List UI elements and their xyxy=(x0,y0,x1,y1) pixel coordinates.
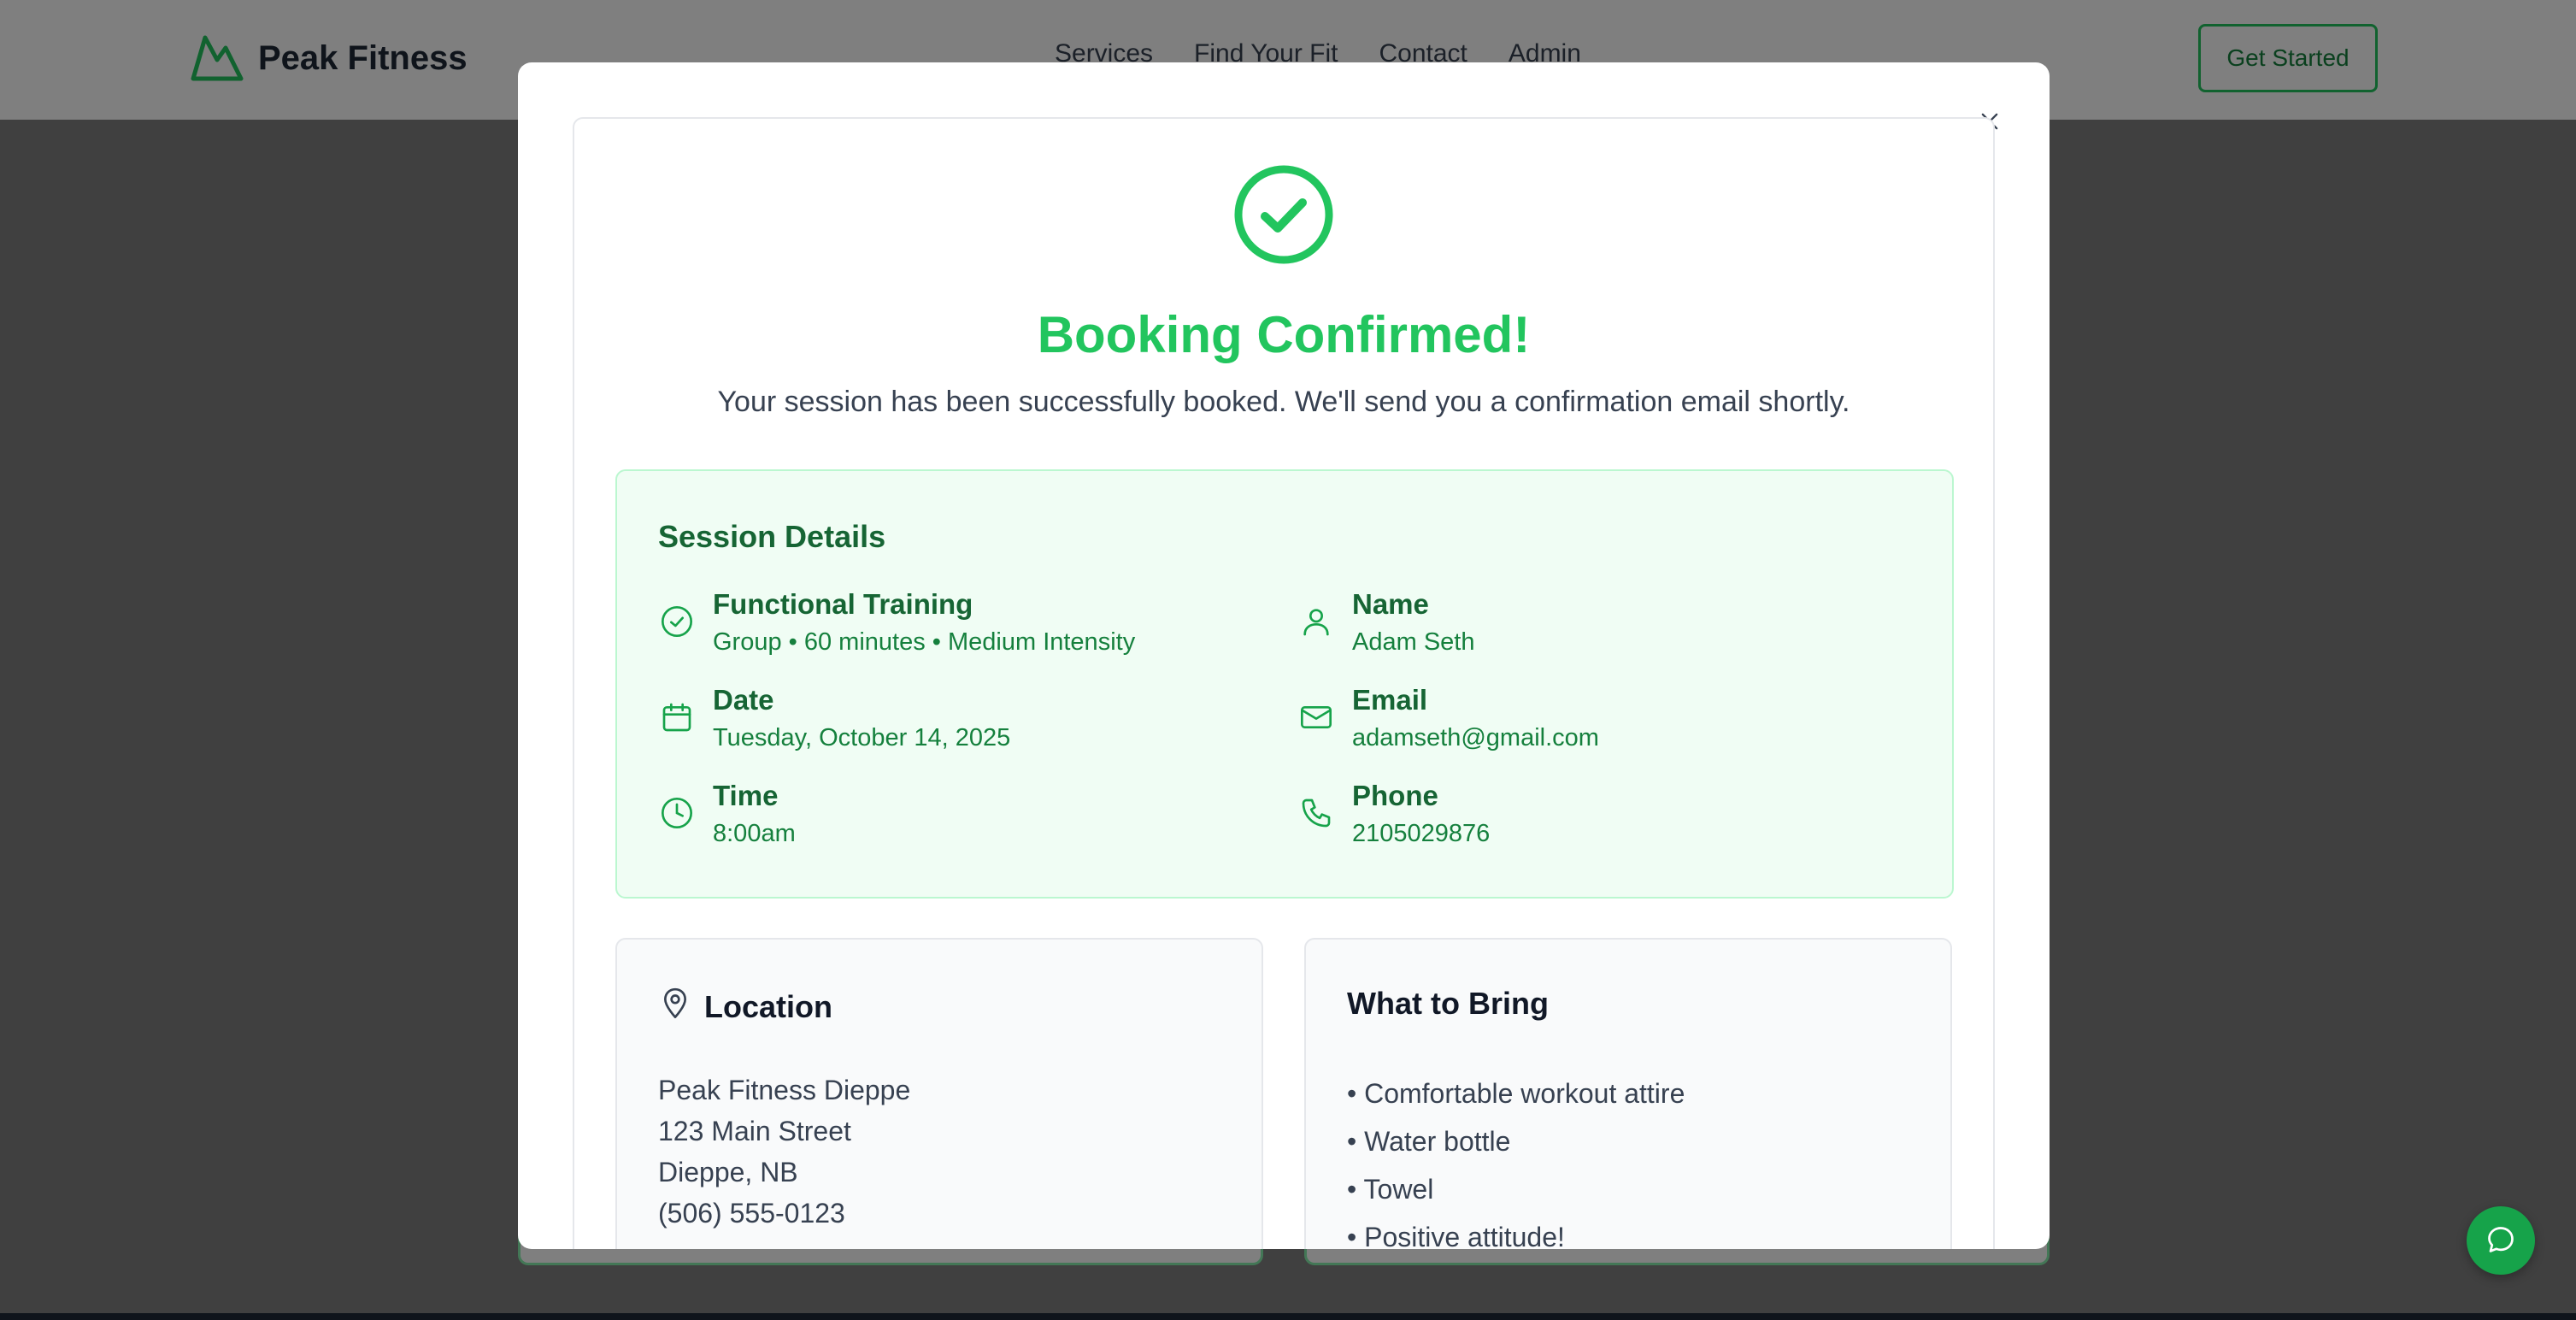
phone-label: Phone xyxy=(1352,780,1438,811)
list-item: • Water bottle xyxy=(1347,1126,1511,1157)
bring-list: • Comfortable workout attire • Water bot… xyxy=(1347,1070,1685,1249)
detail-time: Time 8:00am xyxy=(658,779,796,849)
address-phone: (506) 555-0123 xyxy=(658,1198,845,1229)
map-pin-icon xyxy=(658,986,692,1028)
location-address: Peak Fitness Dieppe 123 Main Street Diep… xyxy=(658,1070,910,1234)
location-heading-row: Location xyxy=(658,986,832,1028)
session-details: Session Details Functional Training Grou… xyxy=(615,469,1954,899)
check-circle-icon xyxy=(1232,163,1335,266)
service-label: Functional Training xyxy=(713,588,973,620)
what-to-bring-card: What to Bring • Comfortable workout atti… xyxy=(1304,938,1952,1249)
detail-phone: Phone 2105029876 xyxy=(1297,779,1490,849)
detail-email: Email adamseth@gmail.com xyxy=(1297,683,1599,753)
detail-service: Functional Training Group • 60 minutes •… xyxy=(658,587,1135,657)
confirmation-title: Booking Confirmed! xyxy=(1037,306,1531,363)
mail-icon xyxy=(1297,698,1335,736)
time-label: Time xyxy=(713,780,779,811)
service-value: Group • 60 minutes • Medium Intensity xyxy=(713,628,1136,656)
user-icon xyxy=(1297,603,1335,640)
confirmation-card: Booking Confirmed! Your session has been… xyxy=(573,117,1995,1249)
chat-button[interactable] xyxy=(2467,1206,2535,1275)
address-line: Dieppe, NB xyxy=(658,1157,798,1187)
phone-value: 2105029876 xyxy=(1352,820,1491,847)
name-value: Adam Seth xyxy=(1352,628,1475,656)
address-line: Peak Fitness Dieppe xyxy=(658,1075,911,1105)
chat-bubble-icon xyxy=(2485,1224,2516,1258)
detail-name: Name Adam Seth xyxy=(1297,587,1474,657)
email-label: Email xyxy=(1352,684,1428,716)
session-details-heading: Session Details xyxy=(658,519,886,554)
name-label: Name xyxy=(1352,588,1429,620)
date-label: Date xyxy=(713,684,774,716)
location-card: Location Peak Fitness Dieppe 123 Main St… xyxy=(615,938,1263,1249)
calendar-icon xyxy=(658,698,696,736)
confirmation-subtitle: Your session has been successfully booke… xyxy=(717,386,1850,418)
address-line: 123 Main Street xyxy=(658,1116,851,1146)
location-heading: Location xyxy=(704,988,832,1024)
check-circle-small-icon xyxy=(658,603,696,640)
clock-icon xyxy=(658,794,696,832)
detail-date: Date Tuesday, October 14, 2025 xyxy=(658,683,1010,753)
list-item: • Comfortable workout attire xyxy=(1347,1078,1685,1109)
list-item: • Towel xyxy=(1347,1174,1434,1205)
booking-confirmation-modal: Booking Confirmed! Your session has been… xyxy=(518,62,2050,1249)
time-value: 8:00am xyxy=(713,820,796,847)
list-item: • Positive attitude! xyxy=(1347,1222,1565,1249)
what-to-bring-heading: What to Bring xyxy=(1347,986,1549,1021)
email-value: adamseth@gmail.com xyxy=(1352,724,1599,751)
date-value: Tuesday, October 14, 2025 xyxy=(713,724,1011,751)
phone-icon xyxy=(1297,794,1335,832)
